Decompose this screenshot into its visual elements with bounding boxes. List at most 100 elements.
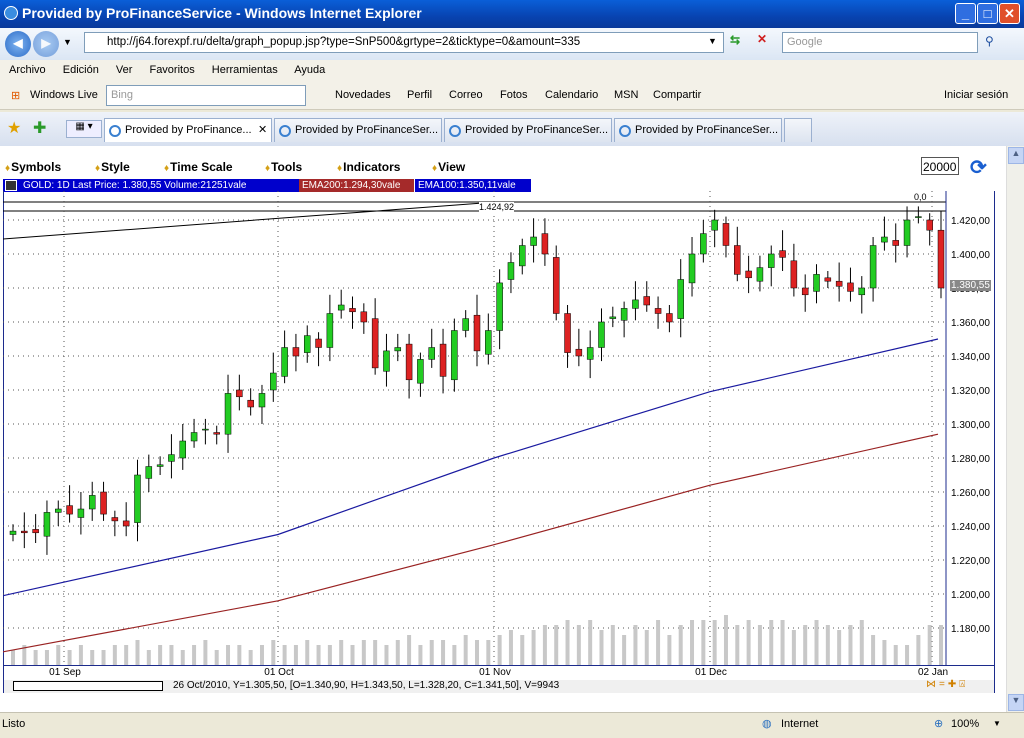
menu-tools[interactable]: Tools — [265, 160, 302, 174]
live-perfil[interactable]: Perfil — [407, 89, 432, 101]
volume-bar — [384, 645, 389, 665]
signin-link[interactable]: Iniciar sesión — [944, 89, 1008, 101]
candle — [598, 321, 605, 348]
y-tick-label: 1.240,00 — [951, 522, 990, 533]
menu-ver[interactable]: Ver — [116, 64, 133, 76]
url-dropdown-icon[interactable]: ▼ — [708, 36, 717, 46]
minimize-button[interactable]: _ — [955, 3, 976, 24]
live-compartir[interactable]: Compartir — [653, 89, 701, 101]
scroll-down-icon[interactable]: ▼ — [1008, 694, 1024, 711]
scroll-up-icon[interactable]: ▲ — [1008, 147, 1024, 164]
windows-live-brand[interactable]: Windows Live — [30, 89, 98, 101]
live-msn[interactable]: MSN — [614, 89, 638, 101]
candle — [507, 262, 515, 280]
x-tick-label: 01 Oct — [264, 667, 294, 678]
tab-close-icon[interactable]: ✕ — [258, 123, 267, 136]
quick-tabs-icon[interactable]: ▦ ▾ — [66, 120, 102, 138]
volume-bar — [893, 645, 898, 665]
menu-ayuda[interactable]: Ayuda — [294, 64, 325, 76]
volume-bar — [497, 635, 502, 665]
chart-area[interactable]: 1.180,00 1.200,00 1.220,00 1.240,00 1.260,00… — [3, 191, 995, 666]
menu-style[interactable]: Style — [95, 160, 130, 174]
candle — [202, 428, 209, 431]
globe-icon: ◍ — [762, 718, 772, 730]
volume-bar — [701, 620, 706, 665]
x-tick-label: 01 Nov — [479, 667, 511, 678]
volume-bar — [588, 620, 593, 665]
bing-search-input[interactable]: Bing — [106, 85, 306, 106]
x-tick-label: 01 Sep — [49, 667, 81, 678]
tab-2[interactable]: Provided by ProFinanceSer... — [274, 118, 442, 142]
candle — [881, 236, 888, 243]
close-button[interactable]: ✕ — [999, 3, 1020, 24]
candle — [869, 245, 877, 289]
menu-edicion[interactable]: Edición — [63, 64, 99, 76]
window-title: Provided by ProFinanceService - Windows … — [22, 5, 422, 21]
volume-bar — [508, 630, 513, 665]
amount-input[interactable]: 20000 — [921, 157, 959, 175]
volume-bar — [871, 635, 876, 665]
forward-button[interactable]: ▶ — [33, 31, 59, 57]
volume-bar — [554, 625, 559, 665]
add-favorite-icon[interactable]: ✚ — [33, 118, 46, 138]
candle — [179, 440, 187, 459]
history-dropdown-icon[interactable]: ▼ — [63, 37, 72, 47]
url-input[interactable]: http://j64.forexpf.ru/delta/graph_popup.… — [84, 32, 724, 53]
menu-archivo[interactable]: Archivo — [9, 64, 46, 76]
chart-scrollbar[interactable] — [13, 681, 163, 691]
candle — [654, 308, 662, 314]
tab-3[interactable]: Provided by ProFinanceSer... — [444, 118, 612, 142]
tab-4[interactable]: Provided by ProFinanceSer... — [614, 118, 782, 142]
candle — [315, 338, 322, 348]
candle — [224, 393, 232, 435]
zoom-icon[interactable]: ⊕ — [934, 717, 943, 730]
live-correo[interactable]: Correo — [449, 89, 483, 101]
trendline-label: 1.424,92 — [479, 202, 515, 212]
candle — [43, 512, 51, 537]
volume-bar — [259, 645, 264, 665]
refresh-icon[interactable]: ⇆ — [730, 33, 740, 47]
menu-herramientas[interactable]: Herramientas — [212, 64, 278, 76]
tab-bar: ★ ✚ ▦ ▾ Provided by ProFinance... ✕ Provi… — [0, 112, 1024, 146]
maximize-button[interactable]: □ — [977, 3, 998, 24]
tab-ie-icon — [279, 125, 291, 137]
candle — [485, 330, 492, 355]
menu-time-scale[interactable]: Time Scale — [164, 160, 232, 174]
live-novedades[interactable]: Novedades — [335, 89, 391, 101]
new-tab-button[interactable] — [784, 118, 812, 142]
price-chart[interactable]: 1.180,00 1.200,00 1.220,00 1.240,00 1.260,00… — [3, 191, 995, 666]
candle — [496, 282, 503, 331]
zoom-level[interactable]: 100% — [951, 718, 979, 730]
volume-bar — [67, 650, 72, 665]
zoom-controls-icon[interactable]: ⋈=✚⍓ — [926, 679, 968, 690]
volume-bar — [667, 635, 672, 665]
volume-bar — [135, 640, 140, 665]
menu-view[interactable]: View — [432, 160, 465, 174]
back-button[interactable]: ◀ — [5, 31, 31, 57]
candle — [303, 335, 311, 353]
date-axis: 01 Sep 01 Oct 01 Nov 01 Dec 02 Jan — [3, 666, 995, 680]
menu-favoritos[interactable]: Favoritos — [149, 64, 194, 76]
legend-toggle-icon[interactable] — [5, 180, 17, 191]
volume-bar — [78, 645, 83, 665]
candle — [892, 240, 899, 246]
volume-bar — [622, 635, 627, 665]
tab-1[interactable]: Provided by ProFinance... ✕ — [104, 118, 272, 142]
stop-icon[interactable]: ✕ — [757, 32, 767, 46]
menu-symbols[interactable]: Symbols — [5, 160, 61, 174]
menu-indicators[interactable]: Indicators — [337, 160, 400, 174]
candle — [134, 474, 141, 523]
volume-bar — [316, 645, 321, 665]
refresh-chart-icon[interactable]: ⟳ — [970, 155, 987, 180]
volume-bar — [441, 640, 446, 665]
live-calendario[interactable]: Calendario — [545, 89, 598, 101]
favorites-star-icon[interactable]: ★ — [7, 118, 21, 138]
search-icon[interactable]: ⚲ — [985, 34, 994, 48]
candle — [281, 347, 288, 377]
zoom-dropdown-icon[interactable]: ▼ — [993, 719, 1001, 728]
volume-bar — [11, 650, 15, 665]
live-fotos[interactable]: Fotos — [500, 89, 528, 101]
trend-line — [3, 202, 484, 240]
vertical-scrollbar[interactable]: ▲ ▼ — [1006, 146, 1024, 712]
search-input[interactable]: Google — [782, 32, 978, 53]
